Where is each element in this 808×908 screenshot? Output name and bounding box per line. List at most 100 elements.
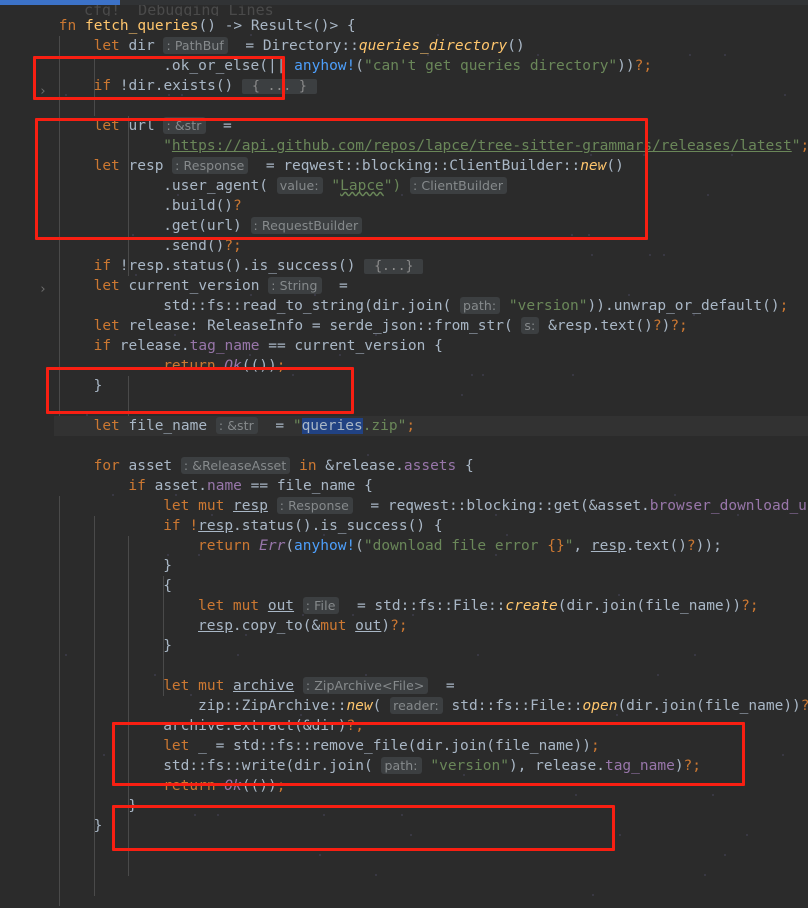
code-line[interactable]: if !resp.status().is_success() { [0,516,808,536]
code-token: _ = [198,738,234,754]
code-line[interactable]: let file_name : &str = "queries.zip"; [0,416,808,436]
code-line[interactable]: let mut out : File = std::fs::File::crea… [0,596,808,616]
code-line[interactable]: .build()? [0,196,808,216]
code-line[interactable]: let mut archive : ZipArchive<File> = [0,676,808,696]
code-line[interactable]: .user_agent( value: "Lapce") : ClientBui… [0,176,808,196]
fold-chevron-if-dir-exists[interactable]: › [36,82,50,102]
code-token: ( [259,178,277,194]
code-token: == file_name { [241,478,373,494]
code-line[interactable]: for asset : &ReleaseAsset in &release.as… [0,456,808,476]
code-line[interactable]: let mut resp : Response = reqwest::block… [0,496,808,516]
code-token: "download file error [363,538,548,554]
code-line[interactable]: let dir : PathBuf = Directory::queries_d… [0,36,808,56]
code-token: (|| [259,58,295,74]
code-line[interactable]: let _ = std::fs::remove_file(dir.join(fi… [0,736,808,756]
code-token: ; [779,298,789,314]
code-line[interactable]: if !dir.exists() { ... } [0,76,808,96]
code-line[interactable]: std::fs::write(dir.join( path: "version"… [0,756,808,776]
code-line[interactable]: zip::ZipArchive::new( reader: std::fs::F… [0,696,808,716]
code-line[interactable]: if asset.name == file_name { [0,476,808,496]
code-line[interactable] [0,436,808,456]
code-token: zip [198,698,225,714]
whitespace-dot [724,854,726,856]
code-line[interactable]: { [0,576,808,596]
fold-chevron-if-resp-status[interactable]: › [36,280,50,300]
code-token: : ClientBuilder [410,177,508,194]
code-token: :: [448,498,467,514]
code-line[interactable] [0,96,808,116]
code-line[interactable] [0,396,808,416]
code-token: : String [268,277,322,294]
code-line[interactable]: } [0,816,808,836]
code-line[interactable]: .send()?; [0,236,808,256]
progress-scrollbar[interactable] [0,0,808,5]
code-line[interactable]: archive.extract(&dir)?; [0,716,808,736]
code-line[interactable]: } [0,636,808,656]
code-token: Ok [224,358,242,374]
code-line[interactable]: resp.copy_to(&mut out)?; [0,616,808,636]
whitespace-dot [704,874,706,876]
code-line[interactable]: std::fs::read_to_string(dir.join( path: … [0,296,808,316]
code-line[interactable]: let resp : Response = reqwest::blocking:… [0,156,808,176]
code-token: for [93,458,129,474]
code-line[interactable]: return Err(anyhow!("download file error … [0,536,808,556]
code-line[interactable]: .ok_or_else(|| anyhow!("can't get querie… [0,56,808,76]
code-line[interactable]: let current_version : String = [0,276,808,296]
code-line[interactable]: return Ok(()); [0,776,808,796]
code-token: = [303,318,330,334]
code-token: return [198,538,260,554]
code-token: ( [372,698,391,714]
code-editor[interactable]: cfg! Debugging Lines › › fn fetch_queries… [0,0,808,908]
code-token: fs [206,298,225,314]
code-token: new [346,698,373,714]
code-token: resp [590,538,626,554]
code-token: anyhow! [294,538,356,554]
code-token: { [163,578,172,594]
code-content[interactable]: fn fetch_queries() -> Result<()> {let di… [0,16,808,836]
code-token: ( [503,318,522,334]
code-token: :: [344,158,362,174]
code-line[interactable]: "https://api.github.com/repos/lapce/tree… [0,136,808,156]
code-token: :: [435,598,454,614]
code-token: user_agent [171,178,260,194]
whitespace-dot [375,874,377,876]
code-token: return [163,778,225,794]
code-line[interactable]: let release: ReleaseInfo = serde_json::f… [0,316,808,336]
code-token: File [453,598,488,614]
code-token: ; [276,358,286,374]
code-line[interactable]: fn fetch_queries() -> Result<()> { [0,16,808,36]
code-token: ) [381,618,391,634]
code-token: ), release. [508,758,605,774]
code-line[interactable] [0,656,808,676]
code-line[interactable]: .get(url) : RequestBuilder [0,216,808,236]
code-token: ?; [224,238,242,254]
code-token: () [606,158,624,174]
code-token: ? [652,318,662,334]
code-token: fs [276,738,295,754]
code-token: open [582,698,618,714]
code-token: reqwest [283,158,345,174]
code-token: ; [591,738,600,754]
code-token: ") [383,178,402,194]
code-line[interactable]: } [0,556,808,576]
code-token: path: [381,757,422,774]
code-token: fs [418,598,436,614]
code-token: (dir.join( [285,758,382,774]
code-token: if [93,258,120,274]
ghost-text-row: cfg! Debugging Lines [84,4,274,16]
code-token: (dir.join(file_name)) [557,598,742,614]
code-token: Directory [262,38,342,54]
code-token: reqwest [387,498,449,514]
code-token: assets [403,458,457,474]
code-line[interactable]: if !resp.status().is_success() {...} [0,256,808,276]
code-line[interactable]: let url : &str = [0,116,808,136]
code-line[interactable]: if release.tag_name == current_version { [0,336,808,356]
editor-gutter[interactable]: › › [0,0,54,908]
code-line[interactable]: return Ok(()); [0,356,808,376]
code-line[interactable]: } [0,796,808,816]
code-line[interactable]: } [0,376,808,396]
code-token: url [128,118,155,134]
code-token: : &str [163,117,206,134]
progress-fill [0,0,120,5]
